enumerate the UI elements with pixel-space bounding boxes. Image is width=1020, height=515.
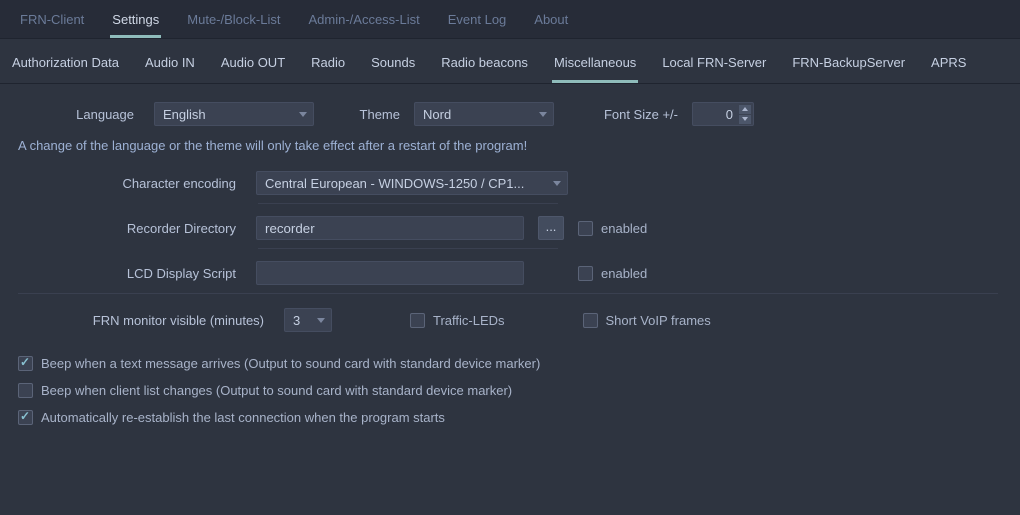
subtab-auth[interactable]: Authorization Data — [10, 51, 121, 83]
font-size-stepper[interactable]: 0 — [692, 102, 754, 126]
auto-reconnect-label: Automatically re-establish the last conn… — [41, 410, 445, 425]
divider — [258, 248, 558, 249]
tab-label: Event Log — [448, 12, 507, 27]
subtab-audio-out[interactable]: Audio OUT — [219, 51, 287, 83]
tab-label: FRN-Client — [20, 12, 84, 27]
tab-event-log[interactable]: Event Log — [446, 6, 509, 38]
beep-list-checkbox[interactable]: Beep when client list changes (Output to… — [10, 377, 1010, 404]
beep-list-label: Beep when client list changes (Output to… — [41, 383, 512, 398]
language-value: English — [163, 107, 206, 122]
subtab-label: Audio IN — [145, 55, 195, 70]
language-label: Language — [10, 107, 140, 122]
lcd-enabled-label: enabled — [601, 266, 647, 281]
tab-label: Settings — [112, 12, 159, 27]
frn-monitor-value: 3 — [293, 313, 300, 328]
subtab-sounds[interactable]: Sounds — [369, 51, 417, 83]
char-encoding-select[interactable]: Central European - WINDOWS-1250 / CP1... — [256, 171, 568, 195]
lcd-enabled-checkbox[interactable]: enabled — [578, 266, 647, 281]
subtab-radio[interactable]: Radio — [309, 51, 347, 83]
short-voip-label: Short VoIP frames — [606, 313, 711, 328]
theme-label: Theme — [328, 107, 400, 122]
checkbox-box-icon — [578, 266, 593, 281]
subtab-label: Local FRN-Server — [662, 55, 766, 70]
subtab-local-server[interactable]: Local FRN-Server — [660, 51, 768, 83]
lcd-script-input[interactable] — [256, 261, 524, 285]
subtab-label: Radio beacons — [441, 55, 528, 70]
recorder-dir-browse-button[interactable]: ... — [538, 216, 564, 240]
font-size-down-icon[interactable] — [739, 115, 751, 124]
subtab-miscellaneous[interactable]: Miscellaneous — [552, 51, 638, 83]
recorder-enabled-label: enabled — [601, 221, 647, 236]
section-divider — [18, 293, 998, 294]
checkbox-box-icon — [410, 313, 425, 328]
subtab-label: Audio OUT — [221, 55, 285, 70]
beep-text-label: Beep when a text message arrives (Output… — [41, 356, 540, 371]
beep-text-checkbox[interactable]: Beep when a text message arrives (Output… — [10, 350, 1010, 377]
char-encoding-label: Character encoding — [10, 176, 242, 191]
subtab-backup-server[interactable]: FRN-BackupServer — [790, 51, 907, 83]
tab-label: Admin-/Access-List — [308, 12, 419, 27]
traffic-leds-checkbox[interactable]: Traffic-LEDs — [410, 313, 505, 328]
checkbox-box-icon — [18, 383, 33, 398]
tab-label: About — [534, 12, 568, 27]
subtab-label: Radio — [311, 55, 345, 70]
subtab-aprs[interactable]: APRS — [929, 51, 968, 83]
recorder-dir-input[interactable] — [256, 216, 524, 240]
divider — [258, 203, 558, 204]
language-select[interactable]: English — [154, 102, 314, 126]
recorder-enabled-checkbox[interactable]: enabled — [578, 221, 647, 236]
subtab-label: Miscellaneous — [554, 55, 636, 70]
tab-mute-block[interactable]: Mute-/Block-List — [185, 6, 282, 38]
subtab-audio-in[interactable]: Audio IN — [143, 51, 197, 83]
restart-note: A change of the language or the theme wi… — [10, 134, 1010, 171]
theme-select[interactable]: Nord — [414, 102, 554, 126]
font-size-up-icon[interactable] — [739, 105, 751, 114]
checkbox-box-icon — [18, 410, 33, 425]
subtab-label: FRN-BackupServer — [792, 55, 905, 70]
frn-monitor-label: FRN monitor visible (minutes) — [10, 313, 270, 328]
checkbox-box-icon — [18, 356, 33, 371]
short-voip-checkbox[interactable]: Short VoIP frames — [583, 313, 711, 328]
font-size-label: Font Size +/- — [568, 107, 678, 122]
subtab-label: Sounds — [371, 55, 415, 70]
tab-settings[interactable]: Settings — [110, 6, 161, 38]
auto-reconnect-checkbox[interactable]: Automatically re-establish the last conn… — [10, 404, 1010, 431]
tab-admin-access[interactable]: Admin-/Access-List — [306, 6, 421, 38]
frn-monitor-select[interactable]: 3 — [284, 308, 332, 332]
recorder-dir-label: Recorder Directory — [10, 221, 242, 236]
checkbox-box-icon — [578, 221, 593, 236]
tab-frn-client[interactable]: FRN-Client — [18, 6, 86, 38]
char-encoding-value: Central European - WINDOWS-1250 / CP1... — [265, 176, 524, 191]
checkbox-box-icon — [583, 313, 598, 328]
traffic-leds-label: Traffic-LEDs — [433, 313, 505, 328]
font-size-value: 0 — [693, 107, 739, 122]
tab-about[interactable]: About — [532, 6, 570, 38]
subtab-label: APRS — [931, 55, 966, 70]
theme-value: Nord — [423, 107, 451, 122]
lcd-script-label: LCD Display Script — [10, 266, 242, 281]
tab-label: Mute-/Block-List — [187, 12, 280, 27]
subtab-beacons[interactable]: Radio beacons — [439, 51, 530, 83]
subtab-label: Authorization Data — [12, 55, 119, 70]
